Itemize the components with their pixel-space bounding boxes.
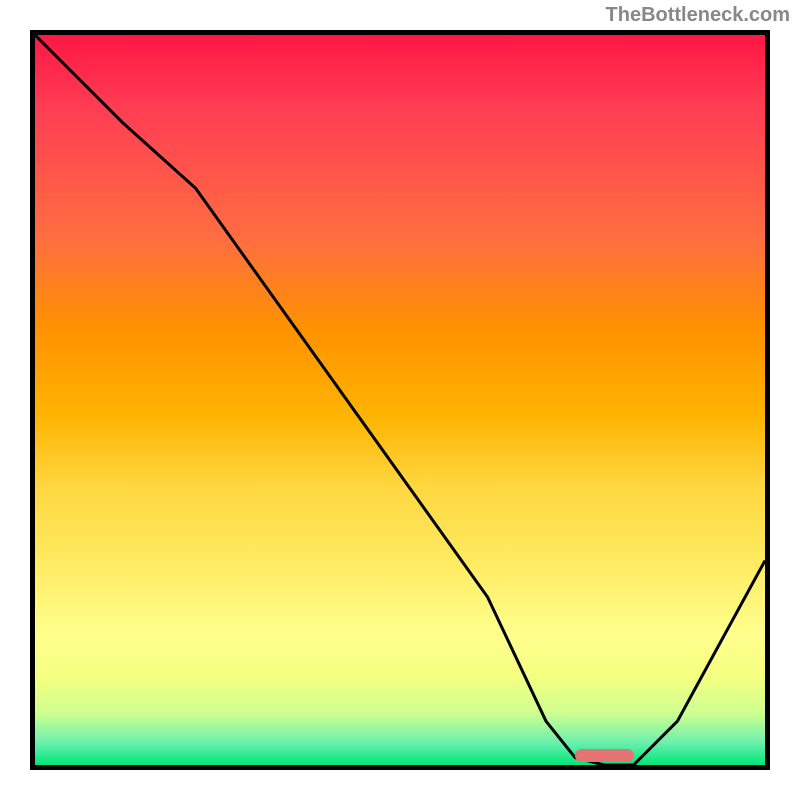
bottleneck-curve-line (35, 35, 765, 765)
watermark-text: TheBottleneck.com (606, 4, 790, 27)
chart-frame (30, 30, 770, 770)
optimal-range-marker (575, 749, 633, 762)
curve-svg (35, 35, 765, 765)
